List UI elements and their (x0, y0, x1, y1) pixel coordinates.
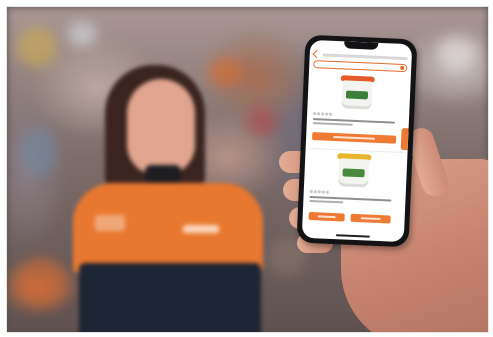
shelf-highlight (17, 257, 67, 307)
product-description (312, 122, 353, 126)
name-badge (95, 215, 125, 231)
button-label (333, 135, 376, 140)
header-title (322, 52, 408, 60)
bucket-body (341, 80, 373, 110)
bucket-label (345, 90, 369, 100)
store-employee (65, 65, 275, 332)
add-to-cart-button[interactable] (311, 132, 397, 144)
back-arrow-icon[interactable] (312, 49, 321, 59)
rating-stars (313, 112, 333, 116)
navy-uniform (79, 263, 261, 332)
shelf-highlight (437, 37, 477, 67)
primary-action-button[interactable] (308, 211, 345, 222)
product-image (337, 75, 376, 111)
star-icon (325, 112, 329, 116)
search-icon[interactable] (400, 65, 405, 70)
star-icon (329, 112, 333, 116)
phone-screen[interactable] (301, 39, 413, 243)
product-description (309, 199, 344, 204)
button-label (360, 217, 381, 221)
shelf-highlight (17, 27, 57, 67)
button-label (317, 215, 336, 219)
feedback-tab[interactable] (400, 127, 409, 151)
uniform-logo (183, 225, 219, 233)
star-icon (317, 190, 321, 194)
secondary-action-button[interactable] (350, 213, 391, 224)
shelf-highlight (67, 21, 97, 47)
face (127, 79, 195, 175)
star-icon (317, 112, 321, 116)
star-icon (321, 112, 325, 116)
phone-notch (344, 41, 379, 50)
search-input[interactable] (313, 60, 408, 73)
rating-stars (309, 189, 329, 194)
bucket-body (338, 158, 370, 188)
star-icon (309, 189, 313, 194)
star-icon (313, 112, 317, 116)
bucket-label (342, 168, 365, 178)
star-icon (321, 190, 325, 194)
star-icon (313, 190, 317, 194)
product-image (334, 153, 373, 189)
smartphone (296, 34, 418, 248)
product-card[interactable] (311, 74, 405, 148)
home-indicator (335, 234, 370, 238)
shelf-highlight (21, 127, 57, 177)
star-icon (325, 190, 329, 194)
photo-frame (6, 6, 489, 333)
